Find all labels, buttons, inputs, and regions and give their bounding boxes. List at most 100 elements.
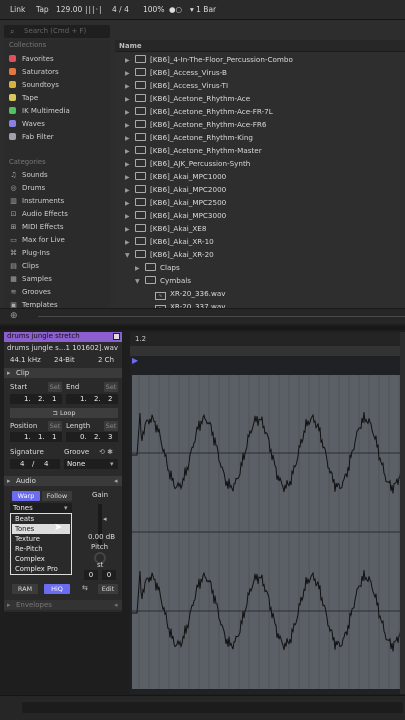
chevron-down-icon[interactable]: ▼ — [135, 275, 145, 288]
end-field[interactable]: 1. 2. 2 — [66, 394, 118, 404]
collection-label: Soundtoys — [22, 81, 59, 89]
folder-item[interactable]: ▶ [KB6]_Akai_MPC3000 — [125, 209, 226, 222]
zoom-field[interactable]: 100% — [143, 4, 164, 16]
file-name: [KB6]_Acetone_Rhythm-Ace — [150, 94, 251, 103]
status-field — [22, 702, 403, 713]
pitch-coarse-field[interactable]: 0 — [84, 570, 98, 580]
link-button[interactable]: Link — [10, 4, 25, 16]
folder-item[interactable]: ▶ [KB6]_Acetone_Rhythm-Master — [125, 144, 262, 157]
collapse-icon[interactable]: ◂ — [114, 477, 118, 485]
collection-item[interactable]: IK Multimedia — [9, 105, 70, 117]
end-bar: 1. — [80, 395, 87, 403]
semitone-label: st — [97, 561, 104, 569]
category-item[interactable]: ▭ Max for Live — [9, 234, 65, 246]
collection-item[interactable]: Waves — [9, 118, 45, 130]
warp-mode-dropdown[interactable]: Tones ▾ — [10, 503, 72, 513]
follow-button[interactable]: Follow — [42, 491, 72, 501]
folder-icon — [135, 224, 146, 232]
folder-item[interactable]: ▶ Claps — [135, 261, 180, 274]
collection-item[interactable]: Soundtoys — [9, 79, 59, 91]
clip-name[interactable]: drums jungle stretch — [7, 332, 80, 341]
category-item[interactable]: ⊡ Audio Effects — [9, 208, 68, 220]
warp-mode-option[interactable]: Re-Pitch — [12, 544, 70, 554]
folder-item[interactable]: ▶ [KB6]_Access_Virus-TI — [125, 79, 228, 92]
browser-sidebar: Collections Favorites Saturators Soundtoys… — [4, 40, 110, 308]
plugin-icon: ⌘ — [10, 249, 17, 257]
groove-hot-swap-icon[interactable]: ⟲ ✱ — [99, 448, 113, 456]
reverse-icon[interactable]: ⇆ — [82, 584, 88, 592]
clip-activator-icon[interactable] — [113, 333, 120, 340]
preview-icon[interactable]: ⊕ — [10, 311, 18, 321]
collection-item[interactable]: Tape — [9, 92, 38, 104]
category-item[interactable]: ⌘ Plug-Ins — [9, 247, 50, 259]
start-marker-icon[interactable]: ▶ — [132, 356, 138, 365]
folder-item[interactable]: ▶ [KB6]_Akai_MPC1000 — [125, 170, 226, 183]
folder-item[interactable]: ▶ [KB6]_Akai_MPC2000 — [125, 183, 226, 196]
groove-dropdown[interactable]: None ▾ — [64, 459, 118, 469]
folder-item[interactable]: ▶ [KB6]_Acetone_Rhythm-King — [125, 131, 253, 144]
set-position-button[interactable]: Set — [48, 421, 62, 431]
category-item[interactable]: ▣ Templates — [9, 299, 57, 308]
folder-item[interactable]: ▶ [KB6]_Akai_XR-10 — [125, 235, 214, 248]
file-item[interactable]: ∿ XR-20_336.wav — [145, 287, 226, 300]
set-length-button[interactable]: Set — [104, 421, 118, 431]
chevron-down-icon[interactable]: ▼ — [125, 249, 135, 262]
collapse-icon[interactable]: ◂ — [114, 601, 118, 609]
folder-item[interactable]: ▶ [KB6]_Akai_XE8 — [125, 222, 206, 235]
folder-item[interactable]: ▶ [KB6]_Acetone_Rhythm-Ace-FR-7L — [125, 105, 273, 118]
warp-button[interactable]: Warp — [12, 491, 40, 501]
ram-button[interactable]: RAM — [12, 584, 38, 594]
start-field[interactable]: 1. 2. 1 — [10, 394, 62, 404]
category-item[interactable]: ◎ Drums — [9, 182, 45, 194]
folder-item[interactable]: ▶ [KB6]_Akai_MPC2500 — [125, 196, 226, 209]
waveform-display[interactable] — [132, 375, 405, 689]
folder-item[interactable]: ▶ [KB6]_4-In-The-Floor_Percussion-Combo — [125, 53, 293, 66]
tap-button[interactable]: Tap — [36, 4, 49, 16]
folder-item[interactable]: ▶ [KB6]_AJK_Percussion-Synth — [125, 157, 250, 170]
time-signature-field[interactable]: 4 / 4 — [112, 4, 129, 16]
metronome-icon[interactable]: |||·| — [85, 4, 103, 16]
category-item[interactable]: ▦ Samples — [9, 273, 52, 285]
folder-item[interactable]: ▶ [KB6]_Acetone_Rhythm-Ace-FR6 — [125, 118, 266, 131]
tempo-field[interactable]: 129.00 — [56, 4, 82, 16]
folder-item[interactable]: ▼ Cymbals — [135, 274, 191, 287]
name-column-header[interactable]: Name — [115, 40, 405, 52]
length-field[interactable]: 0. 2. 3 — [66, 432, 118, 442]
category-item[interactable]: ▤ Clips — [9, 260, 39, 272]
search-input[interactable]: Search (Cmd + F) — [4, 25, 110, 38]
warp-mode-option[interactable]: Complex — [12, 554, 70, 564]
folder-icon — [135, 120, 146, 128]
collection-label: Favorites — [22, 55, 54, 63]
category-item[interactable]: ≋ Grooves — [9, 286, 51, 298]
warp-mode-option[interactable]: Texture — [12, 534, 70, 544]
edit-button[interactable]: Edit — [98, 584, 118, 594]
hiq-button[interactable]: HiQ — [44, 584, 70, 594]
folder-item[interactable]: ▼ [KB6]_Akai_XR-20 — [125, 248, 214, 261]
category-item[interactable]: ⊞ MIDI Effects — [9, 221, 64, 233]
file-item[interactable]: ∿XR-20_337.wav — [145, 300, 226, 308]
quantize-dropdown[interactable]: ▾ 1 Bar — [190, 4, 216, 16]
set-start-button[interactable]: Set — [48, 382, 62, 392]
gain-slider-handle-icon[interactable]: ◂ — [103, 515, 107, 523]
folder-item[interactable]: ▶ [KB6]_Access_Virus-B — [125, 66, 227, 79]
record-toggle-icon[interactable]: ●○ — [169, 4, 182, 16]
audio-section-icon[interactable]: ▸ — [7, 477, 11, 485]
set-end-button[interactable]: Set — [104, 382, 118, 392]
folder-item[interactable]: ▶ [KB6]_Acetone_Rhythm-Ace — [125, 92, 250, 105]
vertical-scrollbar[interactable] — [400, 332, 405, 694]
collection-item[interactable]: Saturators — [9, 66, 59, 78]
envelopes-section-icon[interactable]: ▸ — [7, 601, 11, 609]
position-field[interactable]: 1. 1. 1 — [10, 432, 62, 442]
signature-field[interactable]: 4 / 4 — [10, 459, 60, 469]
category-item[interactable]: ♫ Sounds — [9, 169, 47, 181]
clip-section-icon[interactable]: ▸ — [7, 369, 11, 377]
loop-button[interactable]: ⊐ Loop — [10, 408, 118, 418]
collection-item[interactable]: Favorites — [9, 53, 54, 65]
category-item[interactable]: ▥ Instruments — [9, 195, 64, 207]
audio-file-icon: ∿ — [155, 292, 166, 300]
collections-header: Collections — [9, 41, 47, 49]
pitch-fine-field[interactable]: 0 — [102, 570, 116, 580]
warp-mode-option[interactable]: Complex Pro — [12, 564, 70, 574]
start-sixteenth: 1 — [52, 395, 57, 403]
collection-item[interactable]: Fab Filter — [9, 131, 54, 143]
